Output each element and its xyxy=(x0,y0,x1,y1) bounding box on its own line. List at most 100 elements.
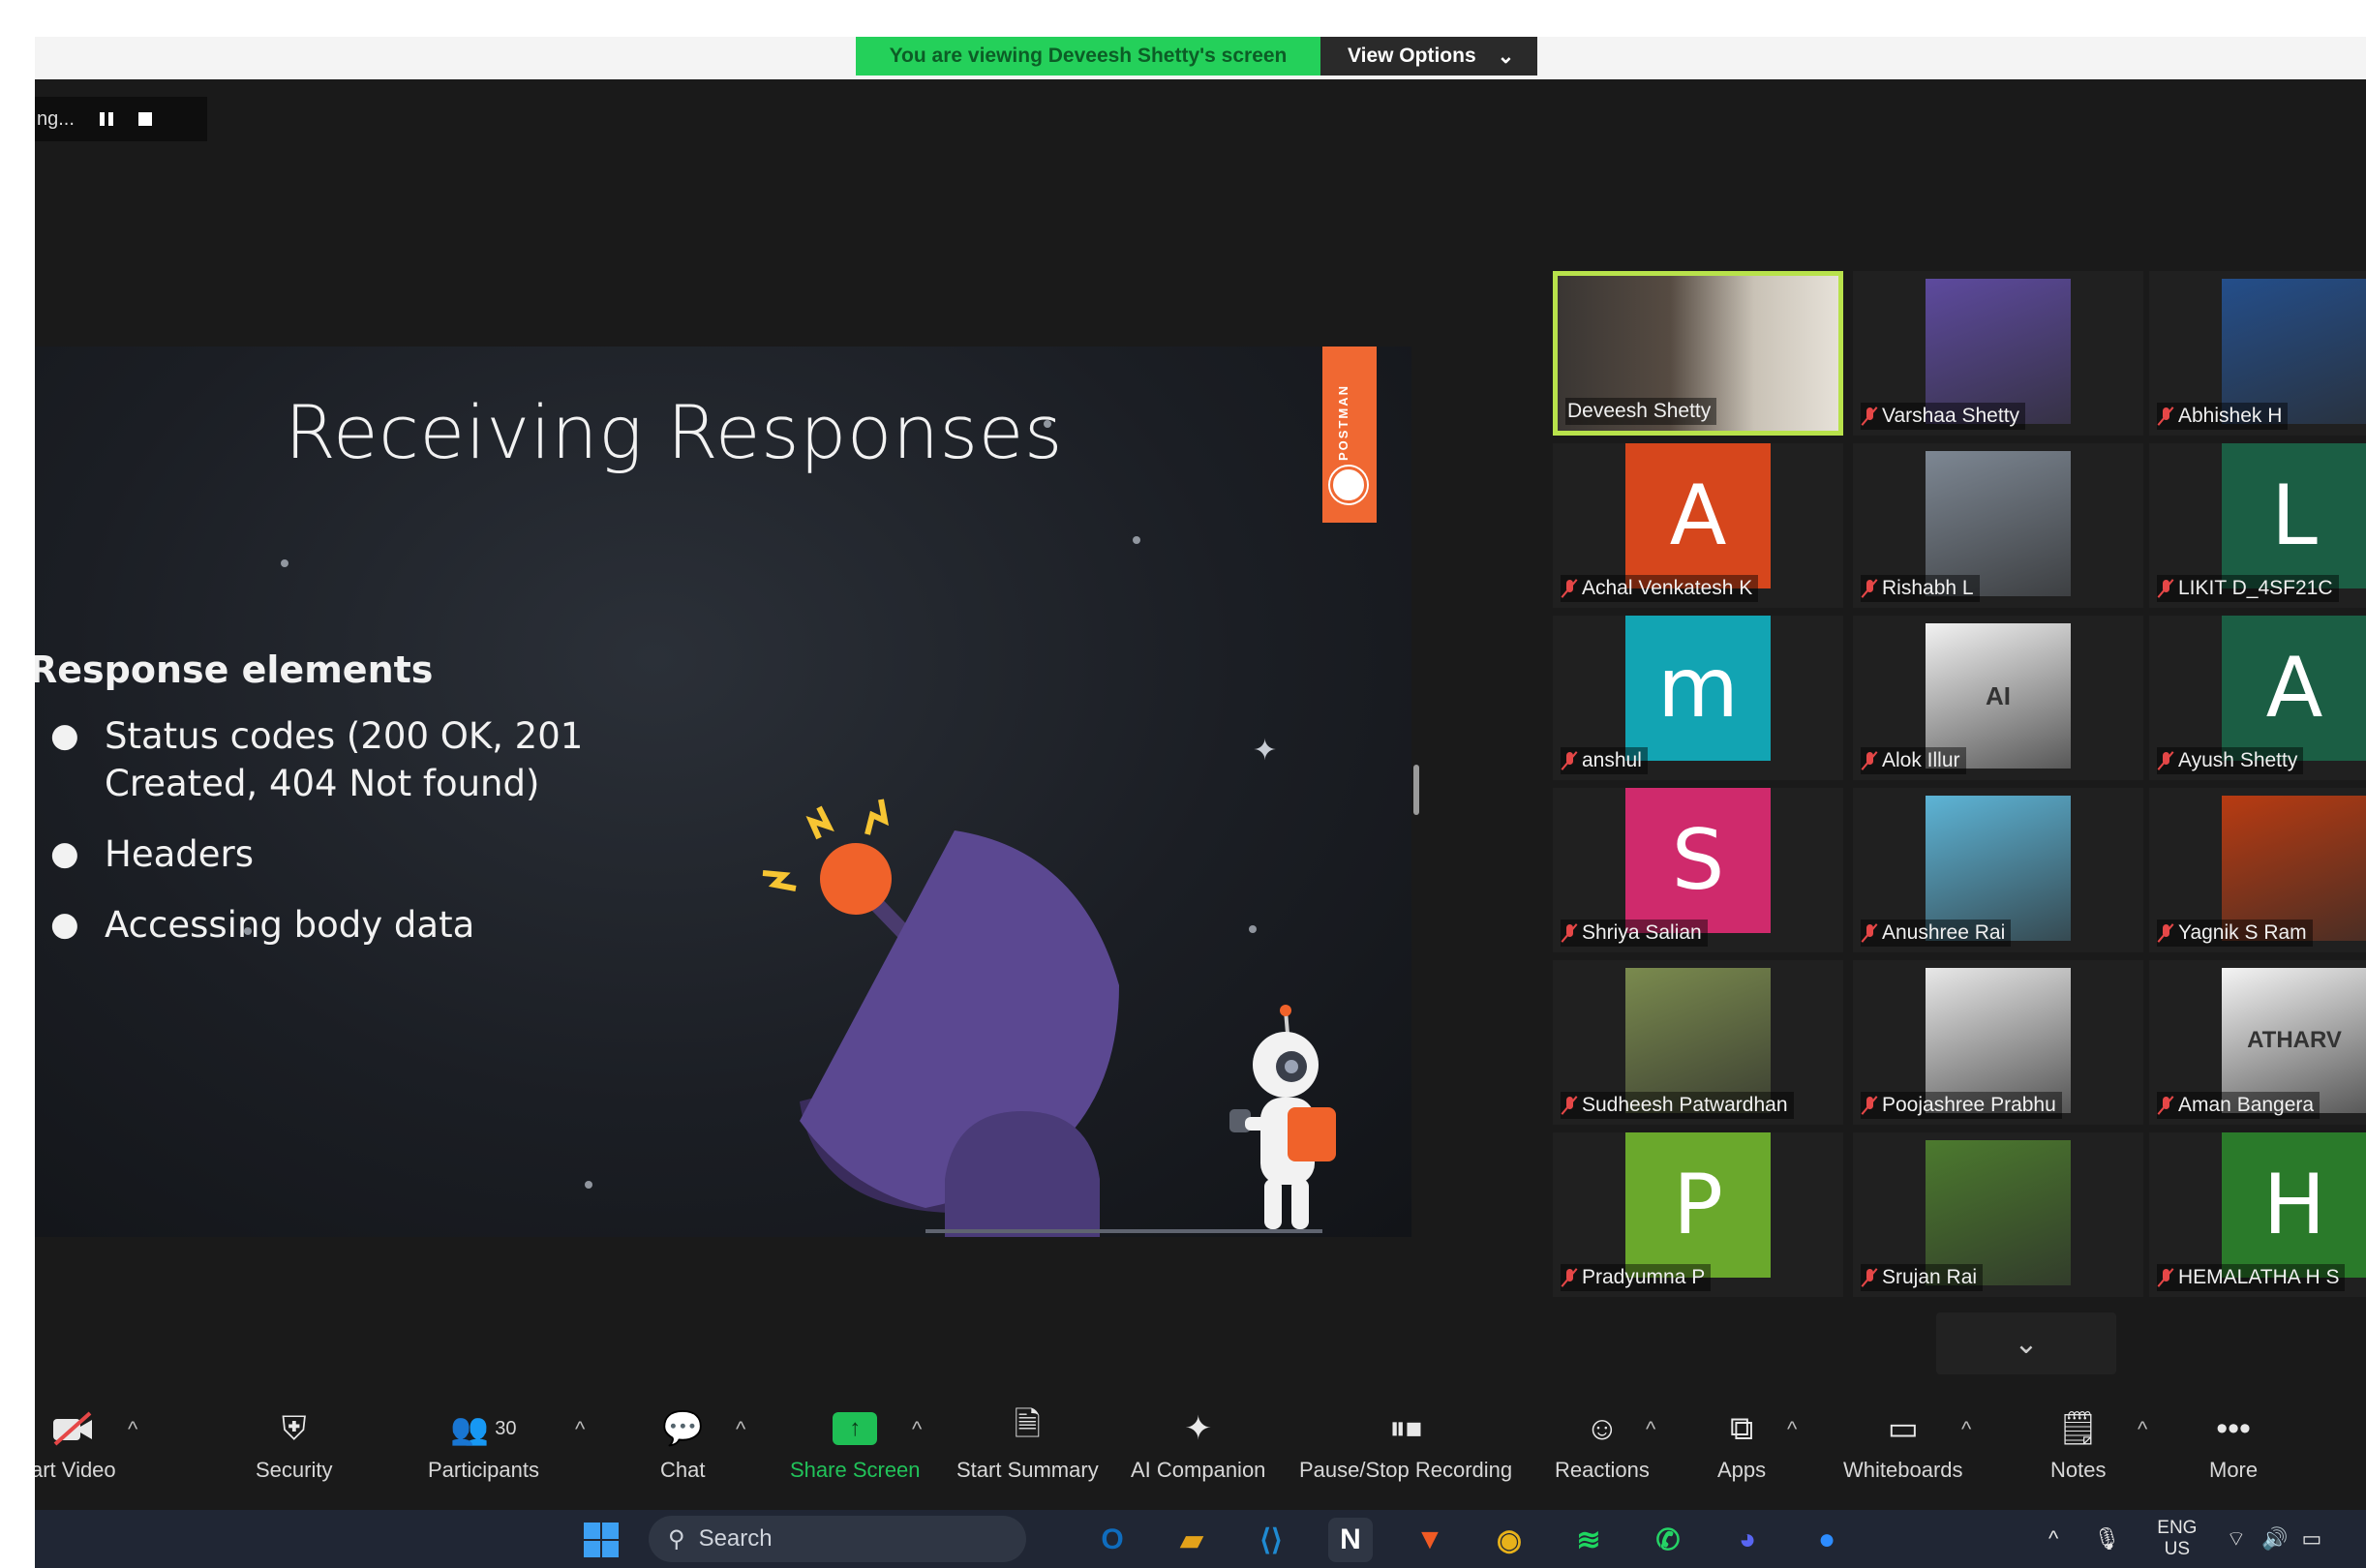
chat-button[interactable]: 💬 Chat xyxy=(660,1403,705,1483)
whiteboards-label: Whiteboards xyxy=(1843,1458,1963,1482)
notes-label: Notes xyxy=(2050,1458,2107,1482)
view-options-button[interactable]: View Options ⌄ xyxy=(1320,37,1537,75)
microphone-icon[interactable]: 🎙 xyxy=(2093,1526,2120,1552)
participant-tile[interactable]: L LIKIT D_4SF21C xyxy=(2149,443,2366,608)
language-indicator[interactable]: ENG US xyxy=(2157,1518,2197,1560)
participant-tile[interactable]: H HEMALATHA H S xyxy=(2149,1132,2366,1297)
participant-name-tag: anshul xyxy=(1561,747,1648,774)
taskbar-app-chrome-icon[interactable]: ◉ xyxy=(1487,1518,1532,1562)
participants-count: 30 xyxy=(495,1417,517,1439)
apps-button[interactable]: ⧉ Apps xyxy=(1717,1403,1766,1483)
pause-recording-icon[interactable] xyxy=(99,112,113,126)
participant-avatar: P xyxy=(1625,1132,1771,1278)
participant-tile[interactable]: AI Alok Illur xyxy=(1853,616,2143,780)
share-screen-button[interactable]: ↑ Share Screen xyxy=(790,1403,921,1483)
participant-name: Yagnik S Ram xyxy=(2178,921,2307,944)
stop-recording-icon[interactable] xyxy=(137,112,152,126)
language-code: ENG xyxy=(2157,1518,2198,1538)
security-button[interactable]: ⛨ Security xyxy=(256,1403,332,1483)
participant-tile[interactable]: m anshul xyxy=(1553,616,1843,780)
windows-start-button[interactable] xyxy=(579,1518,623,1562)
bullet-dot-icon: ● xyxy=(50,834,79,873)
participant-tile[interactable]: Sudheesh Patwardhan xyxy=(1553,960,1843,1125)
more-label: More xyxy=(2209,1458,2259,1482)
reactions-options-caret-icon[interactable]: ^ xyxy=(1646,1417,1655,1442)
apps-options-caret-icon[interactable]: ^ xyxy=(1787,1417,1797,1442)
chat-label: Chat xyxy=(660,1458,706,1482)
participant-tile[interactable]: S Shriya Salian xyxy=(1553,788,1843,952)
panel-resize-handle[interactable] xyxy=(1413,765,1419,815)
mic-muted-icon xyxy=(1562,1096,1576,1115)
participants-options-caret-icon[interactable]: ^ xyxy=(575,1417,585,1442)
slide-bullet: ● Accessing body data xyxy=(35,901,713,949)
mic-muted-icon xyxy=(2159,1096,2172,1115)
taskbar-app-brave-icon[interactable]: ▼ xyxy=(1408,1518,1452,1562)
participant-name-tag: Srujan Rai xyxy=(1861,1264,1984,1291)
participant-tile[interactable]: Rishabh L xyxy=(1853,443,2143,608)
mic-muted-icon xyxy=(2159,923,2172,943)
participant-name: Srujan Rai xyxy=(1882,1266,1978,1288)
taskbar-app-zoom-icon[interactable]: ● xyxy=(1805,1518,1849,1562)
start-video-button[interactable]: art Video xyxy=(35,1403,116,1483)
reactions-button[interactable]: ☺ Reactions xyxy=(1555,1403,1650,1483)
taskbar-app-notion-icon[interactable]: N xyxy=(1328,1518,1373,1562)
shared-screen: Receiving Responses POSTMAN Response ele… xyxy=(35,347,1411,1237)
gallery-next-page-button[interactable]: ⌄ xyxy=(1936,1312,2116,1374)
share-screen-label: Share Screen xyxy=(790,1458,921,1482)
participant-tile[interactable]: Deveesh Shetty xyxy=(1553,271,1843,436)
viewing-banner: You are viewing Deveesh Shetty's screen xyxy=(856,37,1320,75)
participant-tile[interactable]: Varshaa Shetty xyxy=(1853,271,2143,436)
participant-name: Varshaa Shetty xyxy=(1882,405,2020,427)
ai-companion-button[interactable]: ✦ AI Companion xyxy=(1131,1403,1265,1483)
chat-options-caret-icon[interactable]: ^ xyxy=(736,1417,745,1442)
participant-tile[interactable]: A Ayush Shetty xyxy=(2149,616,2366,780)
taskbar-app-whatsapp-icon[interactable]: ✆ xyxy=(1646,1518,1690,1562)
taskbar-app-file-explorer-icon[interactable]: ▰ xyxy=(1169,1518,1214,1562)
notes-options-caret-icon[interactable]: ^ xyxy=(2138,1417,2147,1442)
participants-button[interactable]: 👥 30 Participants xyxy=(428,1403,539,1483)
taskbar-app-discord-icon[interactable]: ◕ xyxy=(1725,1518,1770,1562)
taskbar-search-box[interactable]: ⚲ Search xyxy=(649,1516,1026,1562)
participant-tile[interactable]: Srujan Rai xyxy=(1853,1132,2143,1297)
participant-tile[interactable]: Poojashree Prabhu xyxy=(1853,960,2143,1125)
notes-button[interactable]: 🗒 Notes xyxy=(2050,1403,2106,1483)
zoom-window: You are viewing Deveesh Shetty's screen … xyxy=(35,37,2366,1568)
video-off-icon xyxy=(51,1403,96,1454)
star-decoration xyxy=(1133,536,1140,544)
participants-icon: 👥 30 xyxy=(450,1411,517,1446)
whiteboard-icon: ▭ xyxy=(1887,1410,1919,1447)
emoji-icon: ☺ xyxy=(1585,1409,1620,1447)
taskbar-app-outlook-icon[interactable]: O xyxy=(1090,1518,1135,1562)
participant-name-tag: Abhishek H xyxy=(2157,403,2289,430)
taskbar-app-vscode-icon[interactable]: ⟨⟩ xyxy=(1249,1518,1293,1562)
postman-brand-text: POSTMAN xyxy=(1336,384,1350,461)
pause-stop-recording-button[interactable]: ⏸⏹ Pause/Stop Recording xyxy=(1299,1403,1512,1483)
participant-tile[interactable]: ATHARV Aman Bangera xyxy=(2149,960,2366,1125)
participant-name-tag: Alok Illur xyxy=(1861,747,1966,774)
battery-icon[interactable]: ▭ xyxy=(2302,1526,2322,1552)
wifi-icon[interactable]: ⌔ xyxy=(2226,1525,2246,1553)
search-icon: ⚲ xyxy=(668,1525,685,1553)
share-options-caret-icon[interactable]: ^ xyxy=(912,1417,922,1442)
whiteboards-button[interactable]: ▭ Whiteboards xyxy=(1843,1403,1963,1483)
more-button[interactable]: ••• More xyxy=(2209,1403,2258,1483)
windows-taskbar: ⚲ Search O ▰ ⟨⟩ N ▼ ◉ ≋ ✆ ◕ ● ^ 🎙 ENG US ⌔ 🔊 ▭ xyxy=(35,1510,2366,1568)
star-decoration xyxy=(244,927,252,935)
start-summary-button[interactable]: 🗎 Start Summary xyxy=(956,1403,1099,1483)
whiteboards-options-caret-icon[interactable]: ^ xyxy=(1961,1417,1971,1442)
share-screen-icon: ↑ xyxy=(833,1403,878,1454)
participant-tile[interactable]: A Achal Venkatesh K xyxy=(1553,443,1843,608)
participant-tile[interactable]: Anushree Rai xyxy=(1853,788,2143,952)
participant-tile[interactable]: Yagnik S Ram xyxy=(2149,788,2366,952)
participant-tile[interactable]: P Pradyumna P xyxy=(1553,1132,1843,1297)
apps-icon: ⧉ xyxy=(1729,1409,1754,1447)
mic-muted-icon xyxy=(1562,751,1576,770)
participant-name-tag: Deveesh Shetty xyxy=(1565,398,1717,425)
satellite-dish-illustration xyxy=(762,799,1336,1237)
taskbar-app-spotify-icon[interactable]: ≋ xyxy=(1566,1518,1611,1562)
video-options-caret-icon[interactable]: ^ xyxy=(128,1417,137,1442)
show-hidden-icons-icon[interactable]: ^ xyxy=(2048,1526,2058,1552)
volume-icon[interactable]: 🔊 xyxy=(2261,1526,2288,1552)
bullet-text: Headers xyxy=(105,833,254,875)
participant-tile[interactable]: Abhishek H xyxy=(2149,271,2366,436)
